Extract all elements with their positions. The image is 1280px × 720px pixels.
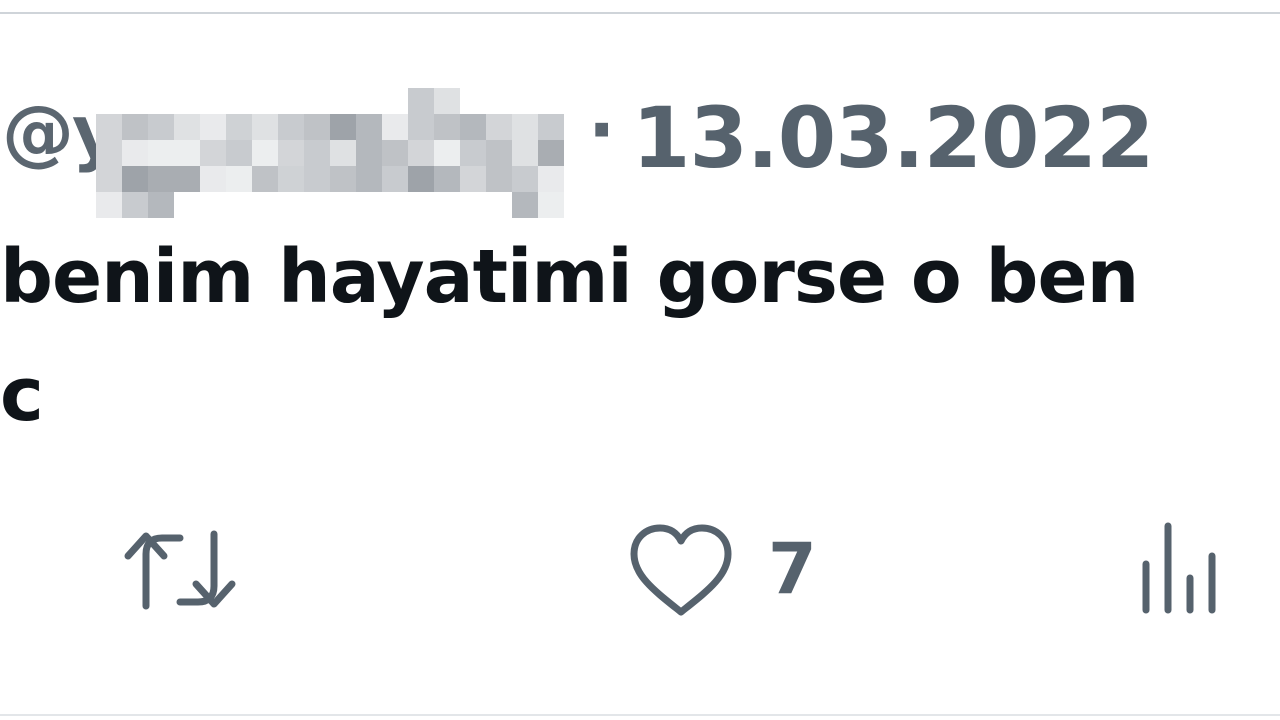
redaction-pixel	[460, 114, 486, 140]
redacted-username[interactable]	[96, 88, 566, 218]
tweet-actions: 7	[0, 520, 1280, 620]
redaction-pixel	[356, 140, 382, 166]
redaction-pixel	[538, 114, 564, 140]
redaction-pixel	[460, 140, 486, 166]
tweet-text-line-2: c	[0, 352, 44, 438]
redaction-pixel	[304, 114, 330, 140]
redaction-pixel	[174, 140, 200, 166]
redaction-pixel	[252, 166, 278, 192]
retweet-button[interactable]	[118, 520, 242, 620]
redaction-pixel	[174, 114, 200, 140]
redaction-pixel	[434, 88, 460, 114]
redaction-pixel	[460, 166, 486, 192]
redaction-pixel	[226, 140, 252, 166]
redaction-pixel	[434, 166, 460, 192]
redaction-pixel	[434, 140, 460, 166]
redaction-pixel	[226, 114, 252, 140]
redaction-pixel	[148, 140, 174, 166]
redaction-pixel	[174, 166, 200, 192]
tweet-card: @y · 13.03.2022 benim hayatimi gorse o b…	[0, 0, 1280, 720]
redaction-pixel	[408, 166, 434, 192]
redaction-pixel	[122, 166, 148, 192]
redaction-pixel	[252, 114, 278, 140]
redaction-pixel	[96, 192, 122, 218]
like-count: 7	[768, 528, 817, 610]
redaction-pixel	[538, 166, 564, 192]
redaction-pixel	[148, 192, 174, 218]
redaction-pixel	[408, 88, 434, 114]
redaction-pixel	[356, 166, 382, 192]
tweet-text-line-1: benim hayatimi gorse o ben	[0, 234, 1139, 320]
tweet-text: benim hayatimi gorse o ben c	[0, 218, 1280, 454]
redaction-pixel	[122, 140, 148, 166]
redaction-pixel	[512, 114, 538, 140]
tweet-header: @y · 13.03.2022	[0, 88, 1280, 218]
top-divider	[0, 12, 1280, 14]
views-button[interactable]	[1136, 520, 1228, 620]
redaction-pixel	[408, 114, 434, 140]
redaction-pixel	[512, 166, 538, 192]
redaction-pixel	[330, 140, 356, 166]
redaction-pixel	[304, 166, 330, 192]
redaction-pixel	[538, 192, 564, 218]
redaction-pixel	[382, 114, 408, 140]
redaction-pixel	[200, 114, 226, 140]
redaction-pixel	[252, 140, 278, 166]
redaction-pixel	[148, 114, 174, 140]
views-bar-chart-icon	[1136, 520, 1228, 620]
redaction-pixel	[278, 166, 304, 192]
redaction-pixel	[96, 140, 122, 166]
redaction-pixel	[96, 114, 122, 140]
redaction-pixel	[434, 114, 460, 140]
redaction-pixel	[486, 140, 512, 166]
retweet-icon	[118, 520, 242, 620]
redaction-pixel	[122, 192, 148, 218]
tweet-date[interactable]: 13.03.2022	[632, 96, 1154, 180]
redaction-pixel	[278, 140, 304, 166]
redaction-pixel	[512, 192, 538, 218]
redaction-pixel	[330, 166, 356, 192]
redaction-pixel	[304, 140, 330, 166]
redaction-pixel	[382, 166, 408, 192]
like-button[interactable]: 7	[626, 520, 826, 620]
redaction-pixel	[122, 114, 148, 140]
redaction-pixel	[278, 114, 304, 140]
separator-dot: ·	[588, 88, 616, 172]
redaction-pixel	[226, 166, 252, 192]
redaction-pixel	[486, 166, 512, 192]
redaction-pixel	[486, 114, 512, 140]
redaction-pixel	[382, 140, 408, 166]
redaction-pixel	[538, 140, 564, 166]
redaction-pixel	[356, 114, 382, 140]
redaction-pixel	[200, 140, 226, 166]
bottom-divider	[0, 714, 1280, 716]
redaction-pixel	[200, 166, 226, 192]
redaction-pixel	[408, 140, 434, 166]
redaction-pixel	[148, 166, 174, 192]
redaction-pixel	[96, 166, 122, 192]
redaction-pixel	[330, 114, 356, 140]
redaction-pixel	[512, 140, 538, 166]
